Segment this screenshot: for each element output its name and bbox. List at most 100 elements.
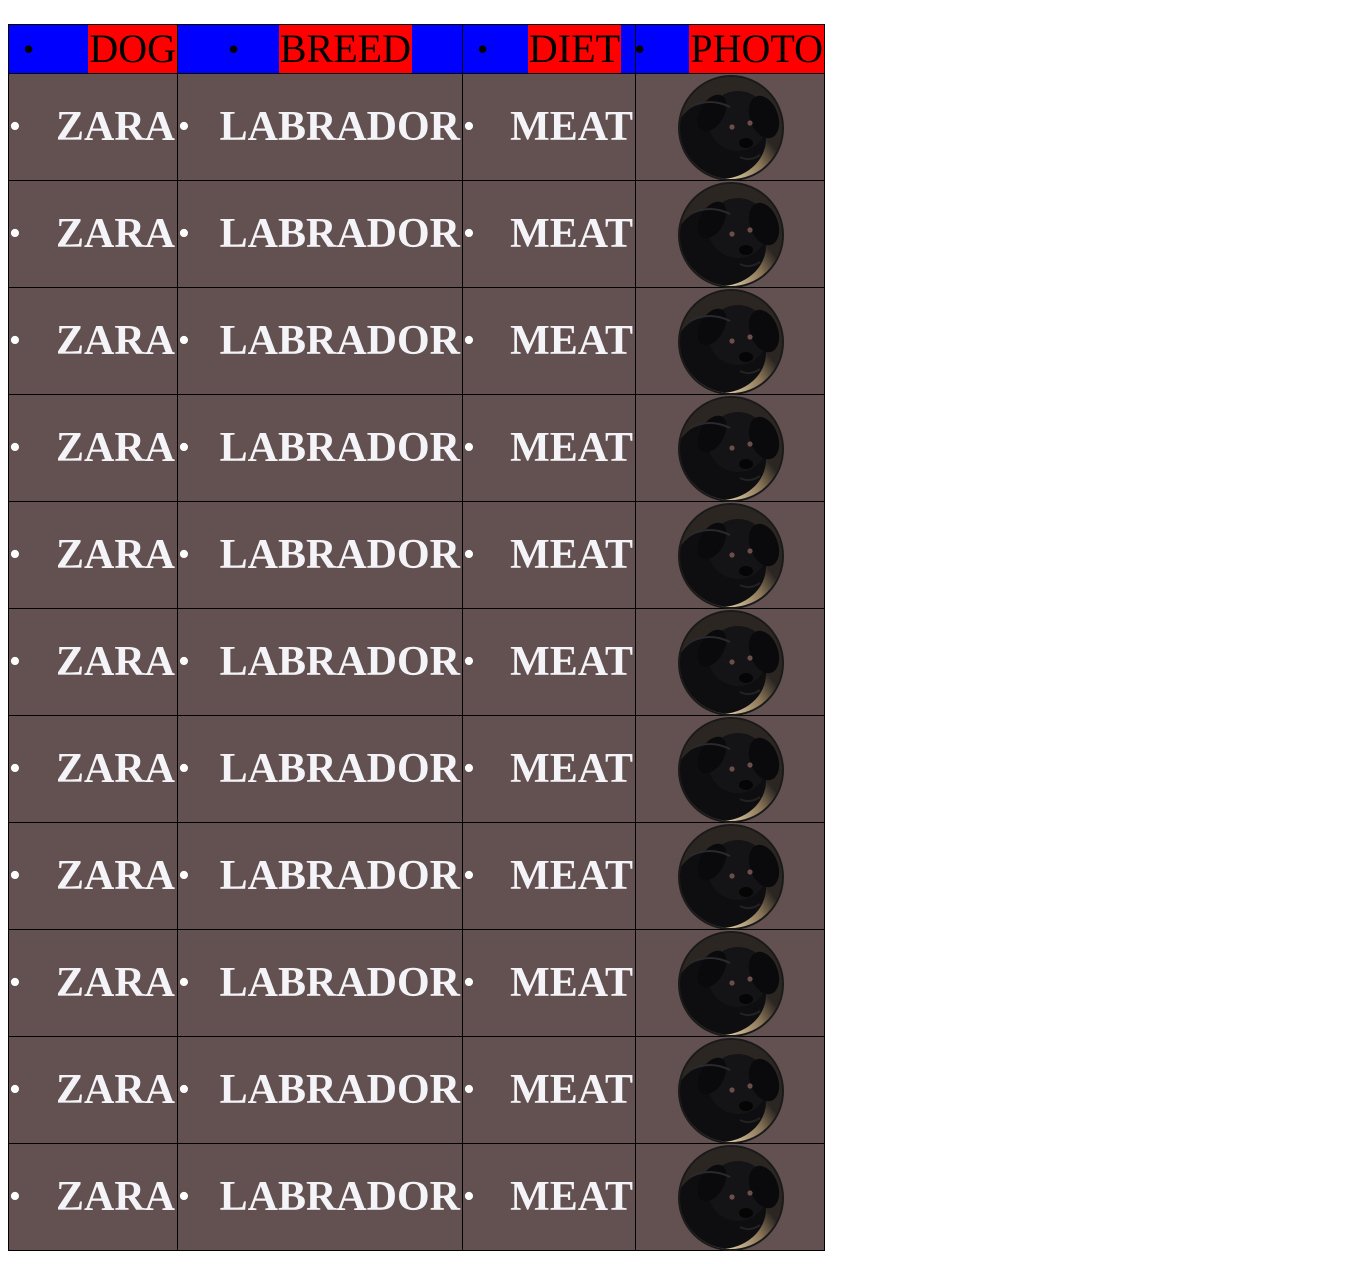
cell-photo [635, 73, 825, 181]
cell-breed: • LABRADOR [177, 501, 463, 609]
diet-label: MEAT [510, 104, 633, 150]
breed-label: LABRADOR [219, 211, 460, 257]
cell-dog-name: • ZARA [8, 394, 178, 502]
header-label-photo: PHOTO [689, 25, 824, 73]
header-label-dog: DOG [88, 25, 177, 73]
bullet-icon: • [463, 108, 475, 145]
bullet-icon: • [463, 536, 475, 573]
dog-photo-image [678, 824, 784, 930]
cell-dog-name: • ZARA [8, 501, 178, 609]
dog-photo-image [678, 75, 784, 181]
bullet-icon: • [9, 1071, 21, 1108]
bullet-icon: • [463, 1178, 475, 1215]
cell-diet: • MEAT [462, 822, 636, 930]
cell-breed: • LABRADOR [177, 73, 463, 181]
dog-table-container: • DOG • BREED • DIET • PHOTO • ZARA • LA… [8, 24, 825, 1251]
cell-breed: • LABRADOR [177, 180, 463, 288]
dog-name-label: ZARA [55, 1174, 175, 1220]
header-label-diet: DIET [527, 25, 621, 73]
diet-label: MEAT [510, 1174, 633, 1220]
dog-name-label: ZARA [55, 746, 175, 792]
table-row: • ZARA • LABRADOR • MEAT [8, 929, 825, 1037]
bullet-icon: • [463, 750, 475, 787]
bullet-icon: • [463, 1071, 475, 1108]
bullet-icon: • [9, 322, 21, 359]
cell-diet: • MEAT [462, 929, 636, 1037]
cell-photo [635, 287, 825, 395]
cell-diet: • MEAT [462, 715, 636, 823]
table-header: • DOG • BREED • DIET • PHOTO [8, 24, 825, 74]
dog-name-label: ZARA [55, 104, 175, 150]
cell-dog-name: • ZARA [8, 287, 178, 395]
bullet-icon: • [178, 964, 190, 1001]
bullet-icon: • [9, 108, 21, 145]
bullet-icon: • [23, 31, 35, 67]
dog-name-label: ZARA [55, 639, 175, 685]
bullet-icon: • [9, 750, 21, 787]
dog-name-label: ZARA [55, 318, 175, 364]
cell-breed: • LABRADOR [177, 1143, 463, 1251]
cell-breed: • LABRADOR [177, 287, 463, 395]
bullet-icon: • [178, 429, 190, 466]
dog-name-label: ZARA [55, 425, 175, 471]
dog-photo-image [678, 182, 784, 288]
diet-label: MEAT [510, 532, 633, 578]
diet-label: MEAT [510, 960, 633, 1006]
bullet-icon: • [634, 31, 646, 67]
dog-photo-image [678, 610, 784, 716]
cell-breed: • LABRADOR [177, 1036, 463, 1144]
diet-label: MEAT [510, 425, 633, 471]
bullet-icon: • [228, 31, 240, 67]
bullet-icon: • [463, 429, 475, 466]
cell-photo [635, 715, 825, 823]
breed-label: LABRADOR [219, 532, 460, 578]
bullet-icon: • [9, 429, 21, 466]
cell-photo [635, 394, 825, 502]
diet-label: MEAT [510, 746, 633, 792]
bullet-icon: • [9, 536, 21, 573]
bullet-icon: • [9, 964, 21, 1001]
dog-name-label: ZARA [55, 853, 175, 899]
dog-photo-image [678, 1038, 784, 1144]
table-row: • ZARA • LABRADOR • MEAT [8, 608, 825, 716]
cell-dog-name: • ZARA [8, 73, 178, 181]
dog-name-label: ZARA [55, 211, 175, 257]
cell-breed: • LABRADOR [177, 929, 463, 1037]
diet-label: MEAT [510, 211, 633, 257]
table-row: • ZARA • LABRADOR • MEAT [8, 501, 825, 609]
cell-diet: • MEAT [462, 501, 636, 609]
cell-diet: • MEAT [462, 73, 636, 181]
bullet-icon: • [9, 857, 21, 894]
dog-name-label: ZARA [55, 1067, 175, 1113]
cell-dog-name: • ZARA [8, 1143, 178, 1251]
cell-photo [635, 929, 825, 1037]
bullet-icon: • [178, 1178, 190, 1215]
cell-photo [635, 1143, 825, 1251]
breed-label: LABRADOR [219, 1067, 460, 1113]
bullet-icon: • [9, 643, 21, 680]
header-cell-breed: • BREED [177, 24, 463, 74]
cell-dog-name: • ZARA [8, 715, 178, 823]
header-row: • DOG • BREED • DIET • PHOTO [8, 24, 825, 74]
cell-breed: • LABRADOR [177, 715, 463, 823]
cell-breed: • LABRADOR [177, 608, 463, 716]
breed-label: LABRADOR [219, 318, 460, 364]
cell-photo [635, 501, 825, 609]
diet-label: MEAT [510, 853, 633, 899]
breed-label: LABRADOR [219, 960, 460, 1006]
table-body: • ZARA • LABRADOR • MEAT • ZARA • LABRADOR • MEAT • Z… [8, 73, 825, 1251]
bullet-icon: • [178, 322, 190, 359]
bullet-icon: • [463, 215, 475, 252]
breed-label: LABRADOR [219, 104, 460, 150]
cell-diet: • MEAT [462, 180, 636, 288]
bullet-icon: • [178, 215, 190, 252]
breed-label: LABRADOR [219, 746, 460, 792]
dog-photo-image [678, 717, 784, 823]
bullet-icon: • [9, 1178, 21, 1215]
cell-diet: • MEAT [462, 287, 636, 395]
bullet-icon: • [463, 857, 475, 894]
table-row: • ZARA • LABRADOR • MEAT [8, 715, 825, 823]
table-row: • ZARA • LABRADOR • MEAT [8, 180, 825, 288]
cell-photo [635, 608, 825, 716]
bullet-icon: • [178, 536, 190, 573]
